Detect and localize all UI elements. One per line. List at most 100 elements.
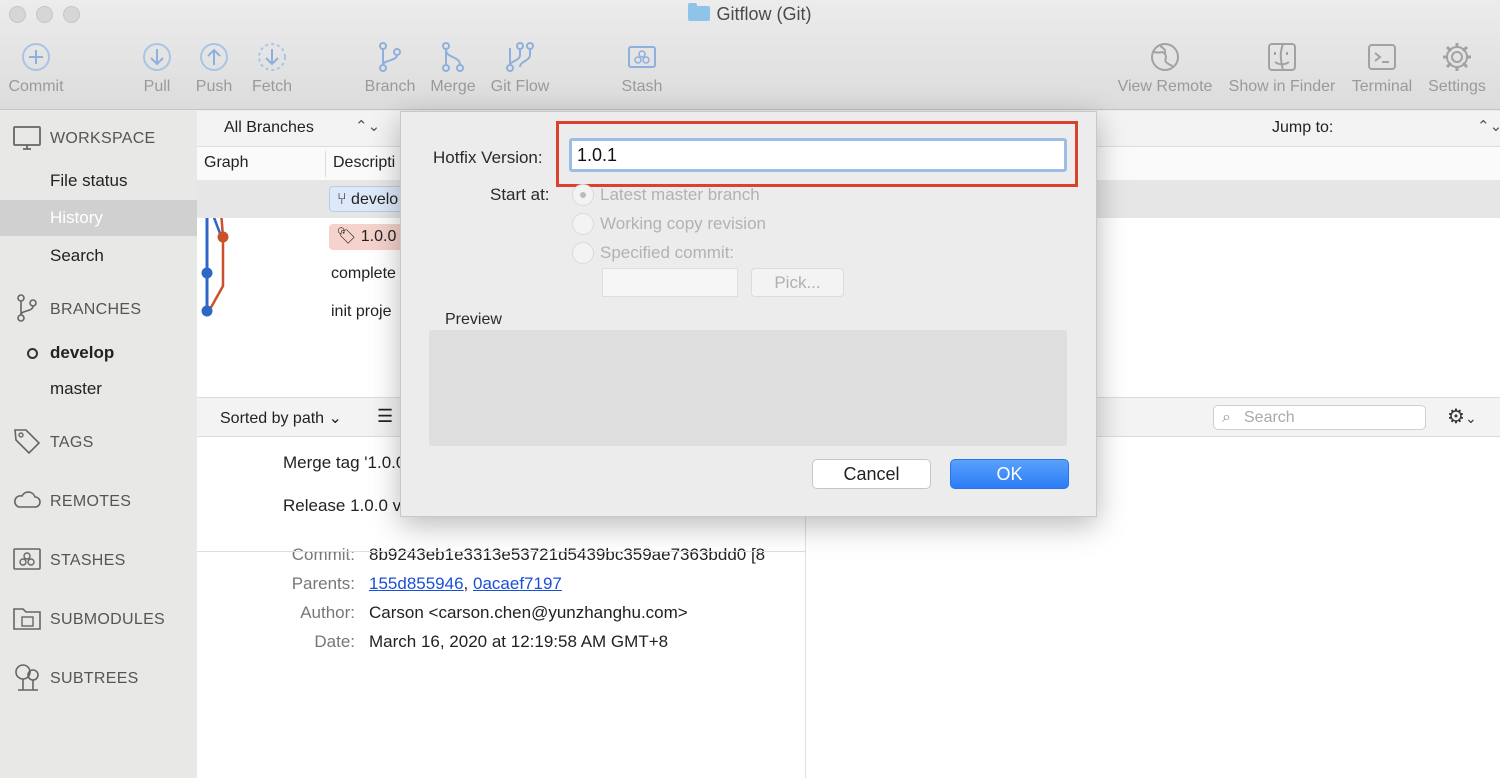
- stash-button[interactable]: Stash: [618, 40, 666, 96]
- commit-ref: develo: [351, 191, 399, 208]
- finder-icon: [1268, 43, 1296, 71]
- pane-divider: [197, 551, 806, 552]
- radio-working-copy[interactable]: [572, 213, 594, 235]
- branch-button[interactable]: Branch: [362, 40, 418, 96]
- branch-icon: [17, 294, 37, 322]
- chevron-updown-icon: ⌃⌄: [355, 118, 381, 135]
- sidebar-item-branch-master[interactable]: master: [0, 371, 197, 407]
- file-search-input[interactable]: ⌕ Search: [1213, 405, 1426, 430]
- sort-select[interactable]: Sorted by path ⌄: [220, 408, 342, 428]
- gear-icon: [1443, 43, 1471, 71]
- sidebar-heading-stashes[interactable]: STASHES: [50, 552, 126, 570]
- stash-icon: [628, 46, 656, 68]
- folder-icon: [13, 608, 41, 630]
- start-at-label: Start at:: [490, 185, 550, 204]
- commit-description: init proje: [331, 303, 392, 320]
- show-in-finder-button[interactable]: Show in Finder: [1225, 40, 1339, 96]
- sidebar-heading-label: REMOTES: [50, 493, 132, 510]
- branch-icon: [379, 42, 401, 72]
- list-view-icon[interactable]: ☰: [377, 406, 393, 427]
- window-title-text: Gitflow (Git): [716, 4, 812, 24]
- tag-icon: 🏷︎: [336, 228, 357, 245]
- settings-label: Settings: [1428, 78, 1486, 95]
- chevron-updown-icon: ⌃⌄: [1477, 118, 1500, 135]
- fetch-icon: [258, 43, 286, 71]
- parent-link[interactable]: 0acaef7197: [473, 574, 562, 593]
- sidebar-heading-submodules[interactable]: SUBMODULES: [50, 611, 165, 629]
- ok-label: OK: [996, 464, 1023, 484]
- sidebar-heading-label: SUBMODULES: [50, 611, 166, 628]
- push-icon: [200, 43, 228, 71]
- folder-icon: [688, 3, 711, 21]
- ok-button[interactable]: OK: [950, 459, 1069, 489]
- cloud-icon: [14, 491, 41, 508]
- sidebar-heading-branches: BRANCHES: [50, 301, 142, 318]
- author-key: Author:: [300, 603, 355, 622]
- sidebar: WORKSPACE File status History Search BRA…: [0, 111, 197, 778]
- hotfix-dialog: Hotfix Version: 1.0.1 Start at: Latest m…: [400, 111, 1097, 517]
- push-label: Push: [195, 78, 233, 95]
- gear-menu-icon[interactable]: ⚙︎⌄: [1447, 404, 1477, 429]
- window-title: Gitflow (Git): [0, 3, 1500, 25]
- commit-description: complete: [331, 265, 396, 282]
- gitflow-icon: [506, 42, 534, 72]
- branch-filter-select[interactable]: All Branches ⌃⌄: [224, 118, 380, 137]
- sidebar-heading-subtrees[interactable]: SUBTREES: [50, 670, 139, 688]
- jump-to-select[interactable]: Jump to: ⌃⌄: [1272, 118, 1500, 137]
- view-remote-button[interactable]: View Remote: [1115, 40, 1215, 96]
- sidebar-item-search[interactable]: Search: [0, 238, 197, 274]
- fetch-label: Fetch: [251, 78, 292, 95]
- current-branch-indicator: [27, 348, 38, 359]
- sidebar-item-label: Search: [50, 246, 104, 265]
- merge-label: Merge: [430, 78, 476, 95]
- search-icon: ⌕: [1222, 409, 1231, 426]
- parent-link[interactable]: 155d855946: [369, 574, 464, 593]
- gitflow-button[interactable]: Git Flow: [488, 40, 552, 96]
- tag-icon: [14, 429, 41, 455]
- radio-specified-commit[interactable]: [572, 242, 594, 264]
- monitor-icon: [13, 126, 41, 150]
- radio-latest-master[interactable]: [572, 184, 594, 206]
- sort-label: Sorted by path: [220, 410, 325, 427]
- cancel-button[interactable]: Cancel: [812, 459, 931, 489]
- stash-icon: [13, 548, 41, 570]
- column-divider: [325, 151, 326, 177]
- date-value: March 16, 2020 at 12:19:58 AM GMT+8: [369, 632, 669, 651]
- radio-specified-commit-label: Specified commit:: [600, 243, 735, 262]
- sidebar-item-history[interactable]: History: [0, 200, 197, 236]
- column-graph[interactable]: Graph: [204, 154, 248, 172]
- settings-button[interactable]: Settings: [1424, 40, 1490, 96]
- pull-label: Pull: [143, 78, 171, 95]
- sidebar-item-file-status[interactable]: File status: [0, 163, 197, 199]
- sidebar-item-branch-develop[interactable]: develop: [0, 335, 197, 371]
- pull-button[interactable]: Pull: [137, 40, 177, 96]
- radio-latest-master-label: Latest master branch: [600, 185, 760, 204]
- window-toolbar: Gitflow (Git) Commit Pull Push Fetch Bra…: [0, 0, 1500, 110]
- parents-key: Parents:: [291, 574, 355, 593]
- column-description[interactable]: Descripti: [333, 154, 395, 172]
- fetch-button[interactable]: Fetch: [248, 40, 296, 96]
- chevron-down-icon: ⌄: [328, 410, 342, 427]
- pull-icon: [143, 43, 171, 71]
- author-value: Carson <carson.chen@yunzhanghu.com>: [369, 603, 688, 622]
- branch-label: Branch: [364, 78, 416, 95]
- sidebar-heading-tags[interactable]: TAGS: [50, 434, 94, 452]
- search-placeholder: Search: [1244, 409, 1295, 426]
- cancel-label: Cancel: [843, 464, 900, 484]
- sidebar-heading-workspace: WORKSPACE: [50, 130, 156, 147]
- commit-button[interactable]: Commit: [6, 40, 66, 96]
- view-remote-label: View Remote: [1117, 78, 1213, 95]
- sidebar-heading-label: TAGS: [50, 434, 94, 451]
- commit-key: Commit:: [291, 545, 355, 564]
- globe-icon: [1151, 43, 1179, 71]
- sidebar-heading-remotes[interactable]: REMOTES: [50, 493, 131, 511]
- pick-button[interactable]: Pick...: [751, 268, 844, 297]
- terminal-button[interactable]: Terminal: [1348, 40, 1416, 96]
- branch-filter-value: All Branches: [224, 119, 314, 136]
- specified-commit-field[interactable]: [602, 268, 738, 297]
- sidebar-item-label: master: [50, 379, 102, 398]
- merge-button[interactable]: Merge: [428, 40, 478, 96]
- push-button[interactable]: Push: [194, 40, 234, 96]
- parent-separator: ,: [463, 574, 473, 593]
- radio-working-copy-label: Working copy revision: [600, 214, 766, 233]
